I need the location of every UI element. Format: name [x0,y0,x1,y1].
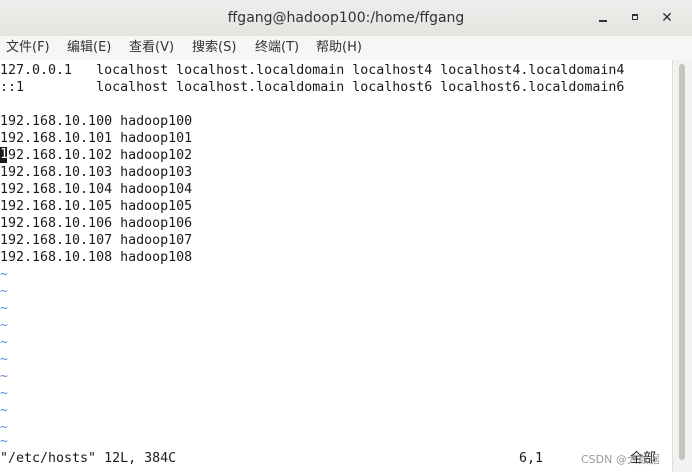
empty-line-marker: ~ [0,335,8,350]
empty-line-marker: ~ [0,352,8,367]
menu-bar: 文件(F) 编辑(E) 查看(V) 搜索(S) 终端(T) 帮助(H) [0,36,692,61]
menu-help[interactable]: 帮助(H) [316,36,362,60]
menu-terminal[interactable]: 终端(T) [255,36,299,60]
minimize-icon [599,20,607,22]
maximize-icon [632,14,638,20]
editor-line-6: 92.168.10.102 hadoop102 [8,148,193,163]
empty-line-marker: ~ [0,386,8,401]
minimize-button[interactable] [594,8,614,28]
editor-line-5: 192.168.10.101 hadoop101 [0,131,193,146]
title-bar[interactable]: ffgang@hadoop100:/home/ffgang ✕ [0,0,692,37]
empty-line-marker: ~ [0,284,8,299]
editor-line-4: 192.168.10.100 hadoop100 [0,114,193,129]
vertical-scrollbar[interactable] [672,60,692,472]
watermark: CSDN @大数据 [581,453,660,466]
editor-line-10: 192.168.10.106 hadoop106 [0,216,193,231]
editor-line-12: 192.168.10.108 hadoop108 [0,250,193,265]
text-cursor: 1 [0,147,7,163]
editor-line-8: 192.168.10.104 hadoop104 [0,182,193,197]
close-button[interactable]: ✕ [657,8,677,28]
status-file-info: "/etc/hosts" 12L, 384C [0,451,177,466]
menu-view[interactable]: 查看(V) [129,36,174,60]
scrollbar-thumb[interactable] [679,64,685,460]
empty-line-marker: ~ [0,267,8,282]
maximize-button[interactable] [626,8,646,28]
terminal-window: ffgang@hadoop100:/home/ffgang ✕ 文件(F) 编辑… [0,0,692,472]
status-cursor-position: 6,1 [519,451,544,466]
editor-line-2: ::1 localhost localhost.localdomain loca… [0,80,625,95]
empty-line-marker: ~ [0,301,8,316]
empty-line-marker: ~ [0,318,8,333]
editor-line-9: 192.168.10.105 hadoop105 [0,199,193,214]
empty-line-marker: ~ [0,434,8,449]
editor-line-7: 192.168.10.103 hadoop103 [0,165,193,180]
editor-line-11: 192.168.10.107 hadoop107 [0,233,193,248]
window-title: ffgang@hadoop100:/home/ffgang [227,10,465,26]
empty-line-marker: ~ [0,403,8,418]
close-icon: ✕ [661,10,673,26]
menu-search[interactable]: 搜索(S) [192,36,236,60]
terminal-content[interactable]: 127.0.0.1 localhost localhost.localdomai… [0,60,672,472]
menu-edit[interactable]: 编辑(E) [67,36,111,60]
menu-file[interactable]: 文件(F) [6,36,50,60]
empty-line-marker: ~ [0,369,8,384]
editor-line-1: 127.0.0.1 localhost localhost.localdomai… [0,63,625,78]
